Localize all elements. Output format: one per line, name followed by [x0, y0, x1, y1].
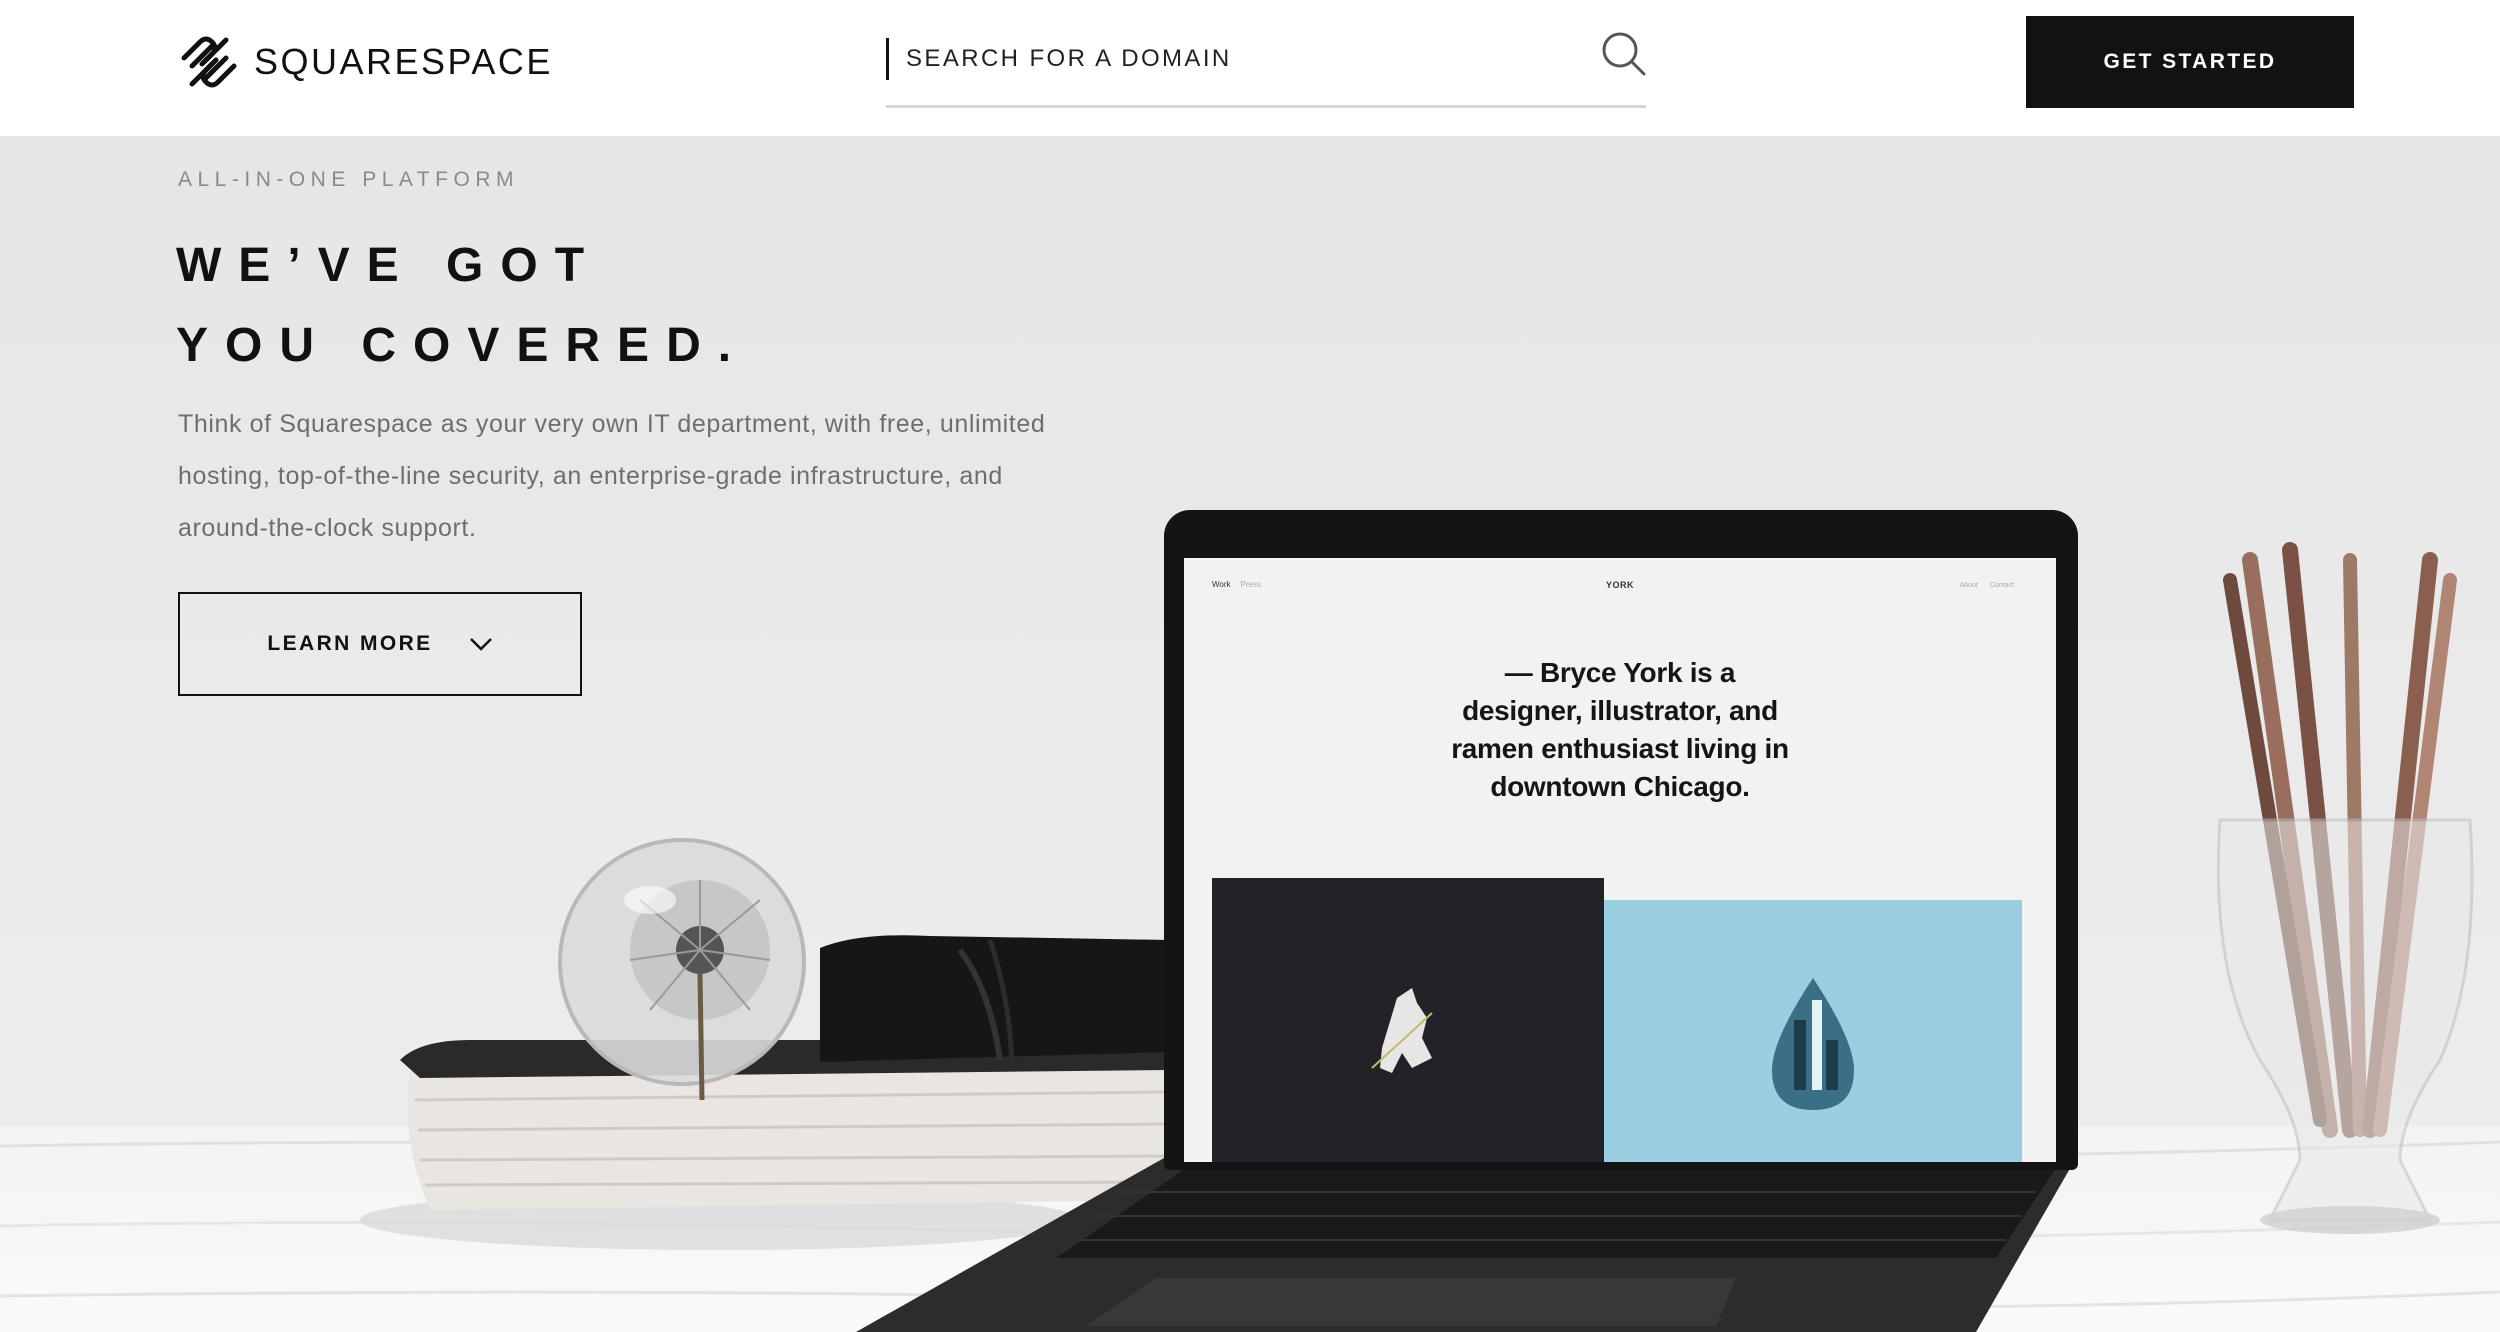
- domain-search-input[interactable]: [906, 34, 1546, 84]
- pencil-glass-illustration: [2216, 542, 2474, 1234]
- preview-bio-line: — Bryce York is a: [1504, 657, 1736, 688]
- hero-eyebrow: ALL-IN-ONE PLATFORM: [178, 168, 519, 191]
- laptop-keyboard-base: [856, 1158, 2076, 1332]
- domain-search: [886, 30, 1646, 108]
- preview-tile-dark: [1212, 878, 1604, 1162]
- city-drop-illustration-icon: [1772, 978, 1854, 1110]
- laptop-screen: Work Press YORK About Contact — Bryce Yo…: [1164, 510, 2078, 1170]
- preview-bio-line: ramen enthusiast living in: [1451, 733, 1789, 764]
- get-started-button[interactable]: GET STARTED: [2026, 16, 2354, 108]
- hero-headline: WE’VE GOT YOU COVERED.: [176, 226, 748, 386]
- laptop-website-preview: Work Press YORK About Contact — Bryce Yo…: [1184, 558, 2056, 1162]
- squarespace-logo-icon: [181, 36, 237, 88]
- page: Work Press YORK About Contact — Bryce Yo…: [0, 0, 2500, 1332]
- preview-tile-blue: [1604, 900, 2022, 1162]
- text-cursor: [886, 38, 889, 80]
- hero-headline-line: WE’VE GOT: [176, 239, 602, 292]
- search-icon[interactable]: [1600, 30, 1646, 80]
- hero-headline-line: YOU COVERED.: [176, 319, 749, 372]
- preview-site-title: YORK: [1605, 580, 1634, 590]
- preview-bio-text: — Bryce York is a designer, illustrator,…: [1184, 654, 2056, 806]
- learn-more-label: LEARN MORE: [267, 632, 433, 655]
- preview-nav-about: About: [1959, 582, 1978, 589]
- preview-bio-line: designer, illustrator, and: [1462, 695, 1778, 726]
- preview-nav-contact: Contact: [1989, 582, 2014, 589]
- preview-bio-line: downtown Chicago.: [1490, 771, 1750, 802]
- brand-name: SQUARESPACE: [254, 41, 553, 82]
- hero-body-text: Think of Squarespace as your very own IT…: [178, 410, 1046, 542]
- chevron-down-icon: [469, 638, 492, 651]
- learn-more-button[interactable]: LEARN MORE: [178, 592, 582, 696]
- squarespace-logo[interactable]: SQUARESPACE: [178, 36, 553, 88]
- preview-nav-right: About Contact: [1960, 582, 2014, 589]
- wolf-illustration-icon: [1371, 988, 1433, 1073]
- site-header: SQUARESPACE GET STARTED: [0, 0, 2500, 136]
